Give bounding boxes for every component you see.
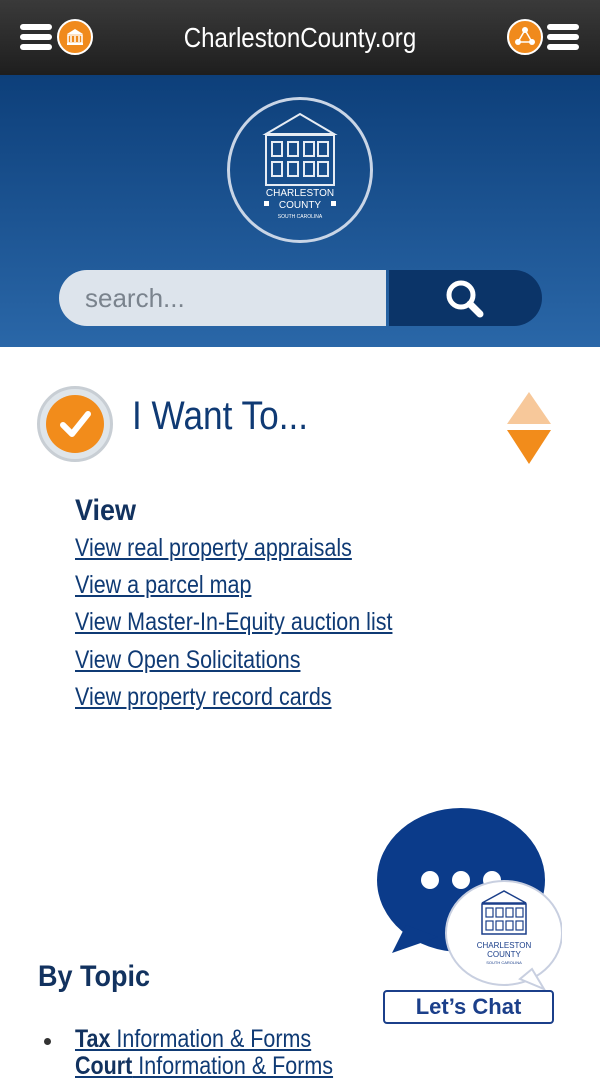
link-open-solicitations[interactable]: View Open Solicitations xyxy=(75,646,300,675)
share-icon[interactable] xyxy=(507,19,543,55)
lets-chat-button[interactable]: Let’s Chat xyxy=(383,990,554,1024)
link-master-in-equity[interactable]: View Master-In-Equity auction list xyxy=(75,608,392,637)
up-down-arrows-icon xyxy=(507,392,551,464)
checkmark-badge xyxy=(37,386,113,462)
topic-court-bold: Court xyxy=(75,1052,133,1080)
topic-court-rest: Information & Forms xyxy=(132,1052,334,1080)
seal-text-county: COUNTY xyxy=(279,200,322,211)
link-parcel-map[interactable]: View a parcel map xyxy=(75,571,251,600)
seal-text-state: SOUTH CAROLINA xyxy=(278,214,323,220)
topic-tax-rest: Information & Forms xyxy=(110,1025,312,1053)
i-want-to-title: I Want To... xyxy=(132,394,309,438)
site-title[interactable]: CharlestonCounty.org xyxy=(42,0,558,75)
topic-tax-bold: Tax xyxy=(75,1025,111,1053)
search-input[interactable] xyxy=(59,270,386,326)
chat-seal-text-county: COUNTY xyxy=(487,950,521,959)
county-seal-logo[interactable]: CHARLESTON COUNTY SOUTH CAROLINA xyxy=(227,97,373,243)
link-property-record-cards[interactable]: View property record cards xyxy=(75,683,332,712)
topic-court[interactable]: Court Information & Forms xyxy=(75,1052,333,1081)
secondary-menu-icon[interactable] xyxy=(547,24,579,50)
link-real-property-appraisals[interactable]: View real property appraisals xyxy=(75,534,352,563)
chat-seal-text-state: SOUTH CAROLINA xyxy=(486,960,522,965)
expand-collapse-toggle[interactable] xyxy=(506,390,552,466)
search-icon xyxy=(446,280,484,318)
chat-seal-text-charleston: CHARLESTON xyxy=(477,941,532,950)
seal-text-charleston: CHARLESTON xyxy=(266,188,334,199)
bullet-icon xyxy=(44,1038,51,1045)
checkmark-icon xyxy=(60,411,91,437)
view-section-heading: View xyxy=(75,494,137,527)
search-button[interactable] xyxy=(389,270,542,326)
by-topic-heading: By Topic xyxy=(38,960,151,993)
topic-tax[interactable]: Tax Information & Forms xyxy=(75,1025,311,1054)
